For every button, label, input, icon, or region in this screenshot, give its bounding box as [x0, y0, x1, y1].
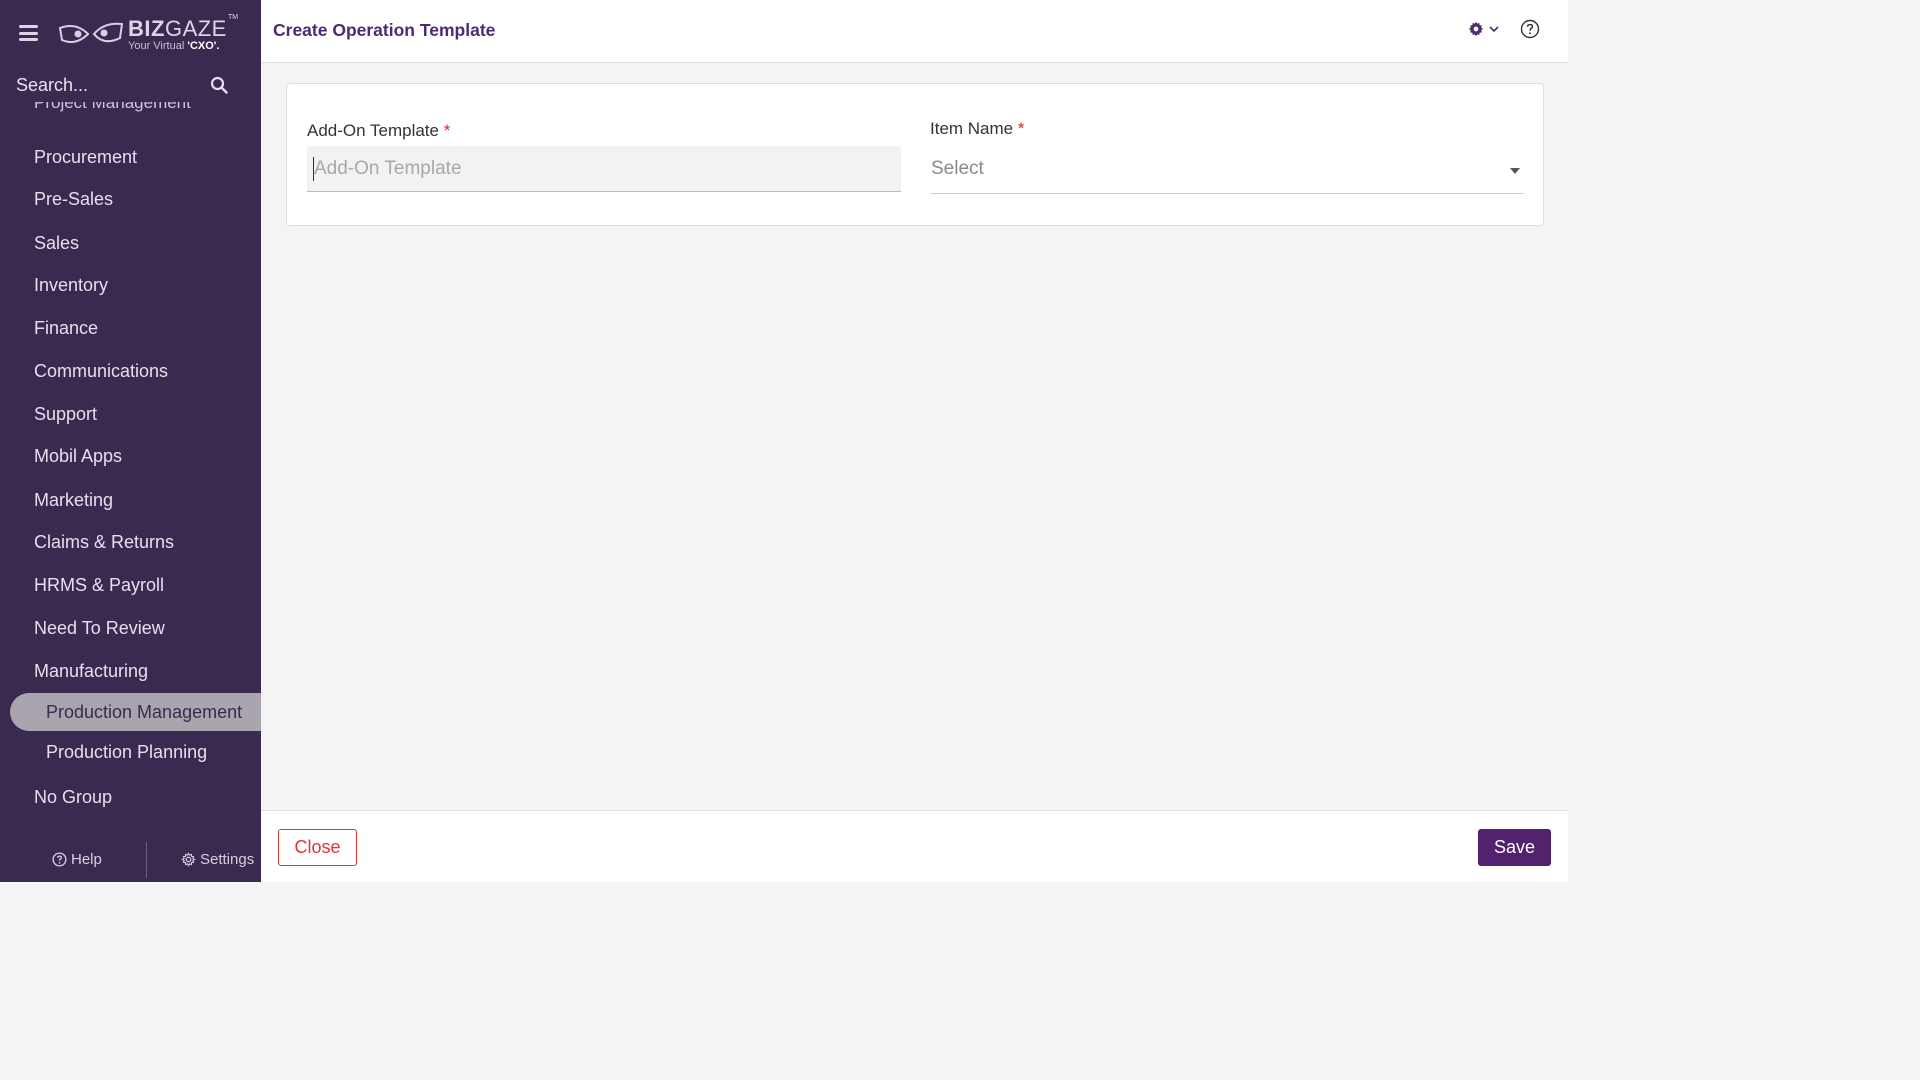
item-name-select[interactable]: Select	[930, 148, 1524, 194]
sidebar-item-communications[interactable]: Communications	[34, 361, 168, 382]
close-button[interactable]: Close	[278, 829, 357, 866]
caret-down-icon	[1510, 168, 1520, 174]
action-bar: Close Save	[261, 810, 1568, 882]
sidebar-item-inventory[interactable]: Inventory	[34, 275, 108, 296]
sidebar-footer: Help Settings	[0, 838, 261, 882]
sidebar-item-marketing[interactable]: Marketing	[34, 490, 113, 511]
footer-divider	[146, 842, 147, 878]
help-label: Help	[71, 851, 102, 868]
sidebar-item-no-group[interactable]: No Group	[34, 787, 112, 808]
sidebar-subitem-production-planning[interactable]: Production Planning	[46, 742, 207, 763]
sidebar-search[interactable]: Search...	[0, 66, 261, 106]
chevron-down-icon	[1489, 26, 1499, 33]
sidebar-item-manufacturing[interactable]: Manufacturing	[34, 661, 148, 682]
search-input[interactable]: Search...	[16, 75, 88, 96]
addon-template-label: Add-On Template *	[307, 121, 451, 140]
sidebar-item-claims-returns[interactable]: Claims & Returns	[34, 532, 174, 553]
item-name-label: Item Name *	[930, 119, 1025, 138]
sidebar-item-sales[interactable]: Sales	[34, 233, 79, 254]
form-card: Add-On Template * Add-On Template Item N…	[286, 83, 1544, 226]
sidebar-item-finance[interactable]: Finance	[34, 318, 98, 339]
required-mark: *	[443, 121, 451, 140]
sidebar-item-partial[interactable]: Project Management	[34, 102, 191, 120]
addon-template-placeholder: Add-On Template	[314, 158, 462, 179]
logo-tagline: Your Virtual 'CXO'.	[128, 40, 220, 52]
gear-icon	[181, 852, 196, 867]
hamburger-menu-icon[interactable]	[19, 25, 38, 41]
settings-link[interactable]: Settings	[181, 851, 254, 868]
page-title: Create Operation Template	[273, 20, 496, 40]
gear-icon	[1468, 21, 1484, 37]
sidebar-item-mobil-apps[interactable]: Mobil Apps	[34, 446, 122, 467]
sidebar-subitem-label: Production Management	[46, 702, 243, 722]
help-icon[interactable]	[1520, 19, 1540, 39]
sidebar-item-pre-sales[interactable]: Pre-Sales	[34, 189, 113, 210]
save-button[interactable]: Save	[1478, 829, 1551, 866]
search-icon[interactable]	[210, 76, 228, 94]
bizgaze-logo: BIZGAZE TM Your Virtual 'CXO'.	[58, 14, 248, 56]
settings-label: Settings	[200, 851, 255, 868]
help-link[interactable]: Help	[52, 851, 102, 868]
addon-template-input[interactable]: Add-On Template	[307, 146, 901, 192]
sidebar-item-need-to-review[interactable]: Need To Review	[34, 618, 165, 639]
logo-trademark: TM	[228, 14, 239, 21]
sidebar-item-procurement[interactable]: Procurement	[34, 147, 137, 168]
item-name-selected-value: Select	[931, 158, 984, 179]
sidebar: BIZGAZE TM Your Virtual 'CXO'. Search...…	[0, 0, 261, 882]
logo-wordmark: BIZGAZE	[128, 16, 227, 41]
sidebar-item-support[interactable]: Support	[34, 404, 97, 425]
logo-eyes-icon	[58, 22, 124, 43]
sidebar-item-hrms-payroll[interactable]: HRMS & Payroll	[34, 575, 164, 596]
help-circle-icon	[52, 852, 67, 867]
page-header: Create Operation Template	[261, 0, 1568, 63]
settings-dropdown[interactable]	[1468, 21, 1499, 37]
required-mark: *	[1017, 119, 1025, 138]
sidebar-subitem-production-management[interactable]: Production Management	[10, 693, 261, 731]
